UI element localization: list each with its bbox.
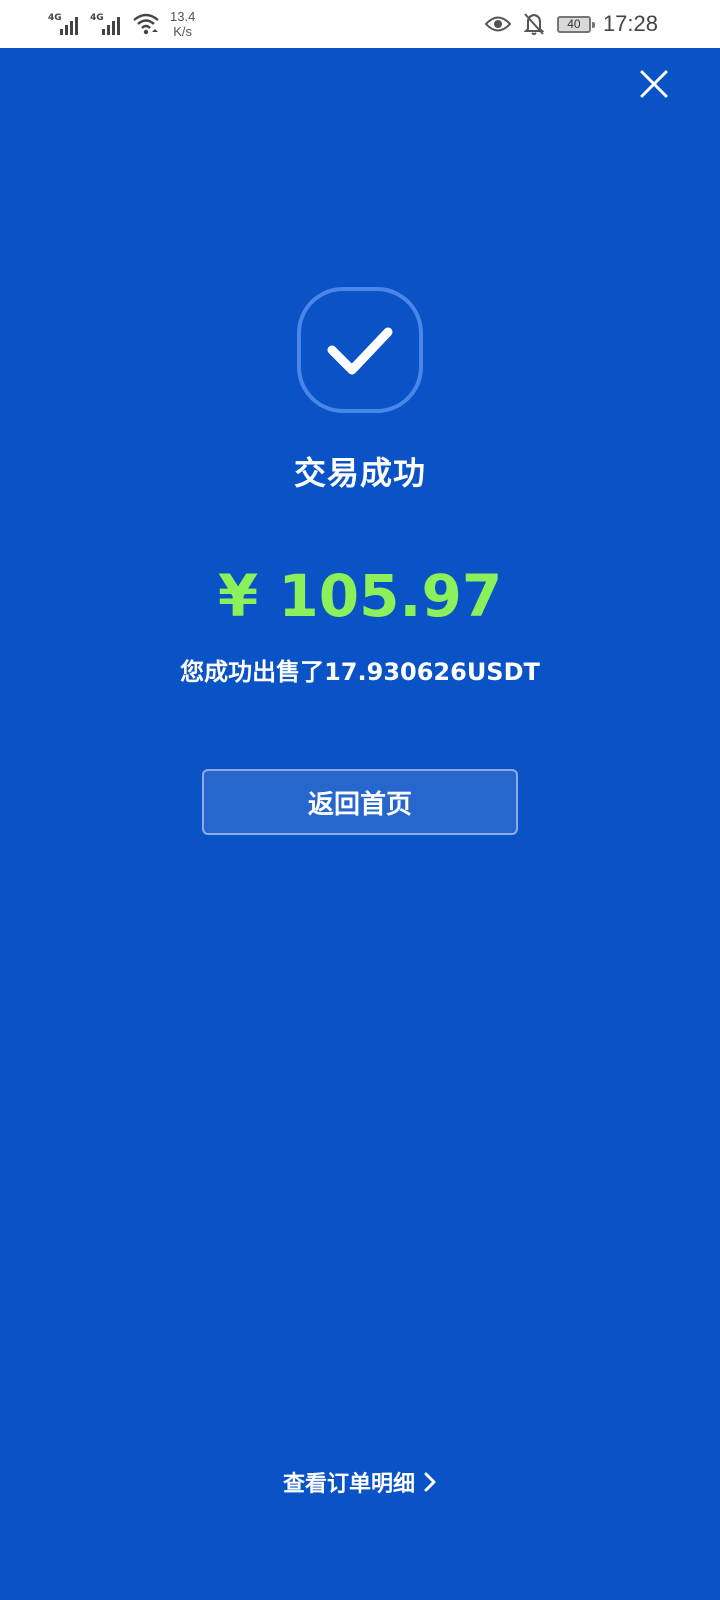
- result-amount: ¥ 105.97: [217, 562, 503, 630]
- bell-off-icon: [523, 13, 545, 35]
- back-home-label: 返回首页: [307, 789, 412, 820]
- view-order-details-label: 查看订单明细: [282, 1472, 415, 1497]
- signal-1: 4G: [48, 11, 84, 37]
- wifi-icon: [133, 13, 159, 35]
- battery-level: 40: [567, 16, 581, 31]
- clock: 17:28: [602, 11, 658, 36]
- signal-2: 4G: [90, 11, 126, 37]
- signal-bars-icon: [102, 17, 120, 35]
- result-description: 您成功出售了17.930626USDT: [180, 658, 540, 686]
- back-home-button[interactable]: 返回首页: [202, 769, 518, 835]
- status-bar: 4G 4G 13.4 K/s 40 17:28: [0, 0, 720, 48]
- chevron-right-icon: [424, 1472, 436, 1492]
- result-title: 交易成功: [293, 454, 426, 492]
- battery-icon: 40: [556, 15, 595, 33]
- net-speed-unit: K/s: [173, 24, 193, 39]
- close-icon: [640, 70, 668, 98]
- net-speed-value: 13.4: [170, 9, 196, 24]
- close-button[interactable]: [638, 68, 670, 100]
- status-bar-right: 40 17:28: [484, 0, 658, 48]
- view-order-details-link[interactable]: 查看订单明细: [0, 1466, 720, 1498]
- status-bar-left: 4G 4G 13.4 K/s: [48, 0, 195, 48]
- signal-bars-icon: [60, 17, 78, 35]
- eye-icon: [484, 16, 511, 32]
- screen: 4G 4G 13.4 K/s 40 17:28 交易成功 ¥ 105.97 您成…: [0, 0, 720, 1600]
- checkmark-icon: [297, 287, 423, 413]
- net-speed: 13.4 K/s: [170, 9, 195, 39]
